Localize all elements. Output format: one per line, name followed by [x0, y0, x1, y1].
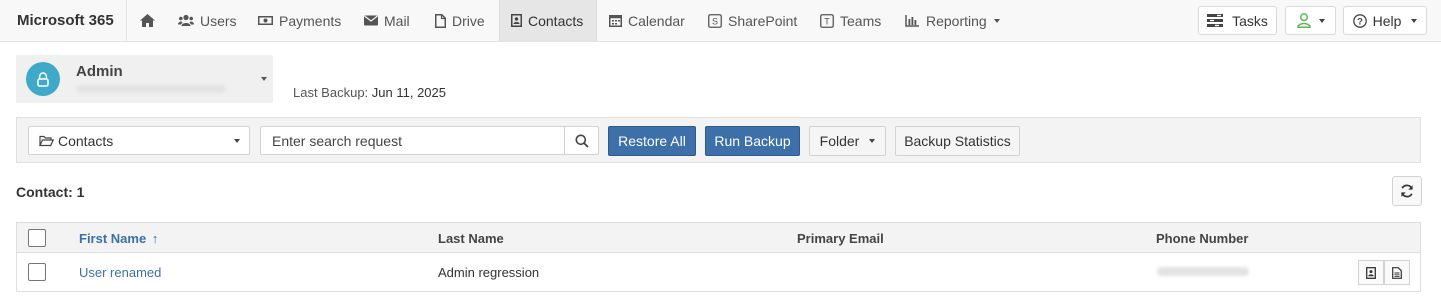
teams-icon: T [820, 13, 834, 28]
question-circle-icon: ? [1352, 13, 1367, 28]
chevron-down-icon [261, 77, 267, 81]
nav-reporting-label: Reporting [926, 12, 987, 29]
account-selector[interactable]: Admin [16, 55, 273, 103]
file-icon [435, 13, 446, 28]
chevron-down-icon [1318, 18, 1325, 23]
nav-drive-label: Drive [452, 12, 485, 29]
sort-ascending-icon: ↑ [151, 231, 159, 246]
refresh-icon [1401, 184, 1413, 198]
table-row: User renamed Admin regression [17, 253, 1420, 291]
nav-drive[interactable]: Drive [435, 0, 485, 41]
contact-card-icon [1366, 266, 1376, 279]
redacted-phone-number [1157, 267, 1249, 276]
folder-open-icon [39, 135, 54, 146]
last-name-cell: Admin regression [438, 265, 540, 280]
nav-calendar-label: Calendar [628, 12, 685, 29]
search-icon [575, 134, 589, 148]
brand-title[interactable]: Microsoft 365 [17, 12, 114, 29]
restore-all-button[interactable]: Restore All [608, 126, 696, 156]
navbar-divider [126, 0, 127, 41]
help-label: Help [1372, 12, 1402, 29]
action-toolbar: Contacts Restore All Run Backup Folder B… [16, 117, 1421, 163]
search-button[interactable] [564, 127, 598, 154]
refresh-button[interactable] [1392, 176, 1422, 206]
sharepoint-icon: S [708, 13, 722, 28]
nav-users[interactable]: Users [178, 0, 237, 41]
row-checkbox[interactable] [28, 263, 46, 281]
home-icon [140, 14, 155, 27]
export-contact-button[interactable] [1384, 260, 1410, 285]
money-icon [258, 16, 273, 25]
search-box [260, 126, 599, 155]
column-header-label: First Name [79, 231, 147, 246]
column-header-phone-number[interactable]: Phone Number [1156, 231, 1248, 246]
tasks-label: Tasks [1232, 12, 1268, 29]
chevron-down-icon [869, 139, 876, 143]
avatar [26, 62, 60, 96]
envelope-icon [364, 15, 378, 26]
tasks-icon [1207, 14, 1224, 27]
nav-payments[interactable]: Payments [258, 0, 341, 41]
folder-select[interactable]: Contacts [28, 126, 250, 155]
nav-reporting[interactable]: Reporting [905, 0, 1000, 41]
user-menu-button[interactable] [1285, 6, 1336, 35]
nav-home[interactable] [139, 0, 162, 41]
svg-text:?: ? [1357, 16, 1363, 27]
search-input[interactable] [261, 127, 565, 154]
table-header: First Name ↑ Last Name Primary Email Pho… [17, 223, 1420, 253]
view-contact-button[interactable] [1358, 260, 1384, 285]
nav-teams[interactable]: T Teams [820, 0, 881, 41]
backup-statistics-button[interactable]: Backup Statistics [895, 126, 1020, 156]
calendar-icon [609, 15, 622, 27]
column-header-primary-email[interactable]: Primary Email [797, 231, 884, 246]
svg-text:S: S [712, 16, 718, 26]
folder-dropdown-label: Folder [819, 133, 860, 149]
folder-select-value: Contacts [58, 132, 114, 149]
nav-users-label: Users [200, 12, 237, 29]
account-name: Admin [76, 63, 123, 80]
tasks-button[interactable]: Tasks [1198, 6, 1277, 35]
contacts-table: First Name ↑ Last Name Primary Email Pho… [16, 222, 1421, 292]
run-backup-button[interactable]: Run Backup [705, 126, 800, 156]
nav-contacts[interactable]: Contacts [499, 0, 597, 41]
select-all-checkbox[interactable] [28, 229, 46, 247]
redacted-account-email [76, 85, 226, 93]
top-navbar: Microsoft 365 Users Payments Mail Drive … [0, 0, 1441, 42]
nav-calendar[interactable]: Calendar [609, 0, 685, 41]
nav-mail-label: Mail [384, 12, 410, 29]
contact-card-icon [511, 14, 522, 27]
nav-contacts-label: Contacts [528, 12, 584, 29]
document-icon [1392, 266, 1402, 279]
chevron-down-icon [993, 18, 1000, 23]
chevron-down-icon [234, 139, 240, 143]
users-icon [178, 14, 194, 26]
column-header-first-name[interactable]: First Name ↑ [79, 231, 158, 246]
nav-payments-label: Payments [279, 12, 342, 29]
nav-sharepoint[interactable]: S SharePoint [708, 0, 797, 41]
svg-text:T: T [824, 16, 830, 26]
nav-teams-label: Teams [840, 12, 882, 29]
folder-dropdown-button[interactable]: Folder [809, 126, 886, 156]
column-header-last-name[interactable]: Last Name [438, 231, 504, 246]
last-backup-date: Jun 11, 2025 [371, 85, 446, 100]
last-backup-info: Last Backup: Jun 11, 2025 [293, 85, 446, 100]
chevron-down-icon [1411, 18, 1418, 23]
contact-count: Contact: 1 [16, 184, 85, 200]
first-name-link[interactable]: User renamed [79, 265, 161, 280]
help-button[interactable]: ? Help [1343, 6, 1427, 35]
nav-mail[interactable]: Mail [364, 0, 410, 41]
last-backup-label: Last Backup: [293, 85, 369, 100]
lock-icon [37, 71, 49, 87]
user-icon [1296, 13, 1311, 28]
bar-chart-icon [905, 15, 919, 27]
nav-sharepoint-label: SharePoint [728, 12, 798, 29]
